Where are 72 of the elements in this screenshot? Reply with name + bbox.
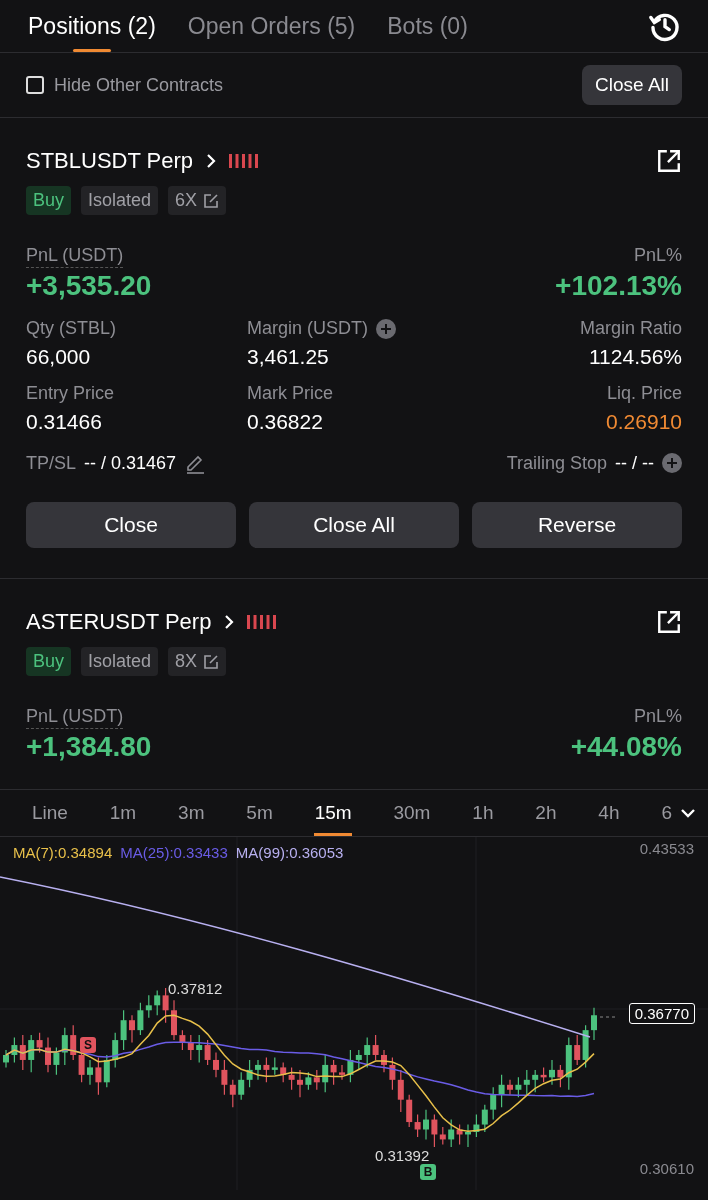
timeframe-tab[interactable]: 30m [393, 790, 431, 836]
field-label: Mark Price [247, 383, 333, 404]
high-price-label: 0.37812 [168, 980, 223, 997]
pnl-percent-label: PnL% [633, 706, 682, 727]
action-button[interactable]: Close All [249, 502, 459, 548]
field-label: Margin (USDT) [247, 318, 368, 339]
risk-bars-icon [229, 154, 260, 168]
field-value: 0.36822 [247, 410, 324, 434]
tab[interactable]: Bots (0) [387, 0, 468, 52]
risk-bars-icon [247, 615, 278, 629]
timeframe-tab[interactable]: Line [32, 790, 68, 836]
add-icon[interactable] [662, 453, 682, 473]
leverage-button[interactable]: 6X [168, 186, 227, 215]
field-label: Qty (STBL) [26, 318, 116, 339]
action-button[interactable]: Reverse [472, 502, 682, 548]
field-label: Entry Price [26, 383, 115, 404]
axis-label: 0.43533 [639, 840, 694, 857]
close-all-button[interactable]: Close All [582, 65, 682, 105]
trailing-stop-label: Trailing Stop [506, 452, 607, 474]
tab[interactable]: Open Orders (5) [187, 0, 356, 52]
side-tag: Buy [26, 647, 72, 676]
add-icon[interactable] [376, 318, 396, 339]
moving-average-label: MA(7):0.34894 [13, 844, 113, 861]
field-label: Liq. Price [606, 383, 682, 404]
chevron-down-icon [679, 807, 696, 819]
contract-name[interactable]: ASTERUSDT Perp [26, 609, 212, 635]
edit-icon [203, 653, 220, 670]
pnl-percent-value: +44.08% [570, 731, 682, 763]
moving-average-label: MA(99):0.36053 [235, 844, 344, 861]
low-price-label: 0.31392 [375, 1147, 430, 1164]
moving-average-label: MA(25):0.33433 [120, 844, 228, 861]
contract-name[interactable]: STBLUSDT Perp [26, 148, 194, 174]
timeframe-tab[interactable]: 5m [246, 790, 273, 836]
margin-mode-tag: Isolated [81, 647, 159, 676]
timeframe-tab[interactable]: 1m [109, 790, 137, 836]
tpsl-label: TP/SL [26, 452, 77, 474]
timeframe-tab[interactable]: 2h [535, 790, 557, 836]
pnl-percent-label: PnL% [633, 245, 682, 266]
timeframe-tab[interactable]: 4h [598, 790, 620, 836]
field-value: 0.31466 [26, 410, 103, 434]
pnl-value: +1,384.80 [26, 731, 152, 763]
leverage-button[interactable]: 8X [168, 647, 227, 676]
tab[interactable]: Positions (2) [28, 0, 156, 52]
checkbox[interactable] [26, 76, 44, 94]
axis-label: 0.30610 [639, 1160, 694, 1177]
share-icon[interactable] [656, 148, 682, 174]
timeframe-tab[interactable]: 15m [314, 790, 352, 836]
trailing-stop-value: -- / -- [615, 452, 654, 474]
edit-icon [203, 192, 220, 209]
field-label: Margin Ratio [579, 318, 682, 339]
field-value: 66,000 [26, 345, 92, 369]
pnl-label: PnL (USDT) [26, 245, 124, 268]
pnl-value: +3,535.20 [26, 270, 152, 302]
side-tag: Buy [26, 186, 72, 215]
sell-marker: S [80, 1037, 96, 1053]
timeframe-tab[interactable]: 6 [661, 790, 696, 836]
chevron-right-icon[interactable] [223, 614, 236, 630]
share-icon[interactable] [656, 609, 682, 635]
tpsl-value: -- / 0.31467 [84, 452, 177, 474]
pnl-percent-value: +102.13% [555, 270, 682, 302]
last-price-label: 0.36770 [628, 1003, 695, 1024]
timeframe-tab[interactable]: 3m [178, 790, 205, 836]
checkbox-label: Hide Other Contracts [54, 74, 224, 96]
buy-marker: B [420, 1164, 436, 1180]
pnl-label: PnL (USDT) [26, 706, 124, 729]
margin-mode-tag: Isolated [81, 186, 159, 215]
chevron-right-icon[interactable] [205, 153, 218, 169]
field-value: 0.26910 [606, 410, 682, 434]
field-value: 1124.56% [588, 345, 682, 369]
action-button[interactable]: Close [26, 502, 236, 548]
field-value: 3,461.25 [247, 345, 330, 369]
timeframe-tab[interactable]: 1h [472, 790, 494, 836]
